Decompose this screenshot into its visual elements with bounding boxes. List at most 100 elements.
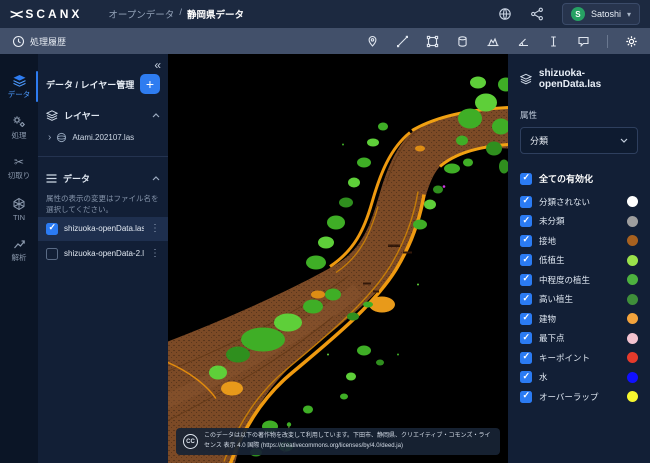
add-data-button[interactable]: +: [140, 74, 160, 94]
class-row: 中程度の植生: [520, 270, 638, 290]
class-checkbox[interactable]: [520, 293, 532, 305]
class-checkbox[interactable]: [520, 371, 532, 383]
class-color-dot: [627, 294, 638, 305]
class-checkbox[interactable]: [520, 215, 532, 227]
class-row: 高い植生: [520, 290, 638, 310]
class-color-dot: [627, 391, 638, 402]
gears-icon: [12, 115, 26, 128]
tool-bar: 処理履歴: [0, 28, 650, 54]
scissors-icon: ✂: [14, 156, 24, 168]
height-measure-icon[interactable]: [547, 35, 560, 48]
file-checkbox[interactable]: [46, 223, 58, 235]
kebab-menu-icon[interactable]: ⋮: [150, 248, 160, 259]
class-color-dot: [627, 352, 638, 363]
class-row: 接地: [520, 231, 638, 251]
class-row: 低植生: [520, 251, 638, 271]
nav-item-process[interactable]: 処理: [0, 107, 38, 148]
clock-icon: [12, 35, 25, 48]
tin-mesh-icon: [12, 197, 26, 211]
kebab-menu-icon[interactable]: ⋮: [150, 223, 160, 234]
class-checkbox[interactable]: [520, 235, 532, 247]
avatar: S: [571, 7, 585, 21]
point-cloud-render[interactable]: [168, 54, 508, 463]
class-color-dot: [627, 274, 638, 285]
expand-arrow-icon[interactable]: ›: [48, 134, 51, 142]
enable-all-row[interactable]: 全ての有効化: [520, 172, 638, 185]
file-checkbox[interactable]: [46, 248, 58, 260]
data-section-header[interactable]: データ: [46, 172, 160, 185]
class-color-dot: [627, 313, 638, 324]
chevron-down-icon: [620, 138, 628, 143]
class-checkbox[interactable]: [520, 391, 532, 403]
class-checkbox[interactable]: [520, 254, 532, 266]
file-name[interactable]: shizuoka-openData.las: [64, 224, 144, 233]
toolbar-divider: [607, 35, 608, 48]
class-row: 分類されない: [520, 192, 638, 212]
point-marker-icon[interactable]: [366, 35, 379, 48]
layer-item[interactable]: › Atami.202107.las: [48, 132, 160, 143]
top-bar: >< SCANX オープンデータ / 静岡県データ S Satoshi ▾: [0, 0, 650, 28]
layers-section-header[interactable]: レイヤー: [46, 109, 160, 122]
user-name: Satoshi: [591, 9, 621, 19]
class-row: 未分類: [520, 212, 638, 232]
collapse-panel-icon[interactable]: «: [46, 59, 160, 71]
app-logo[interactable]: >< SCANX: [10, 6, 82, 22]
nav-rail: データ 処理 ✂ 切取り TIN 解析: [0, 54, 38, 463]
chevron-up-icon[interactable]: [152, 113, 160, 118]
nav-item-data[interactable]: データ: [0, 66, 38, 107]
logo-x-icon: ><: [10, 6, 20, 22]
class-checkbox[interactable]: [520, 313, 532, 325]
angle-icon[interactable]: [517, 35, 530, 48]
class-checkbox[interactable]: [520, 196, 532, 208]
helper-text: 属性の表示の変更はファイル名を選択してください。: [46, 193, 160, 216]
breadcrumb: オープンデータ / 静岡県データ: [108, 7, 244, 21]
breadcrumb-separator: /: [179, 7, 182, 21]
attribute-select[interactable]: 分類: [520, 127, 638, 154]
list-icon: [46, 174, 57, 183]
nav-item-tin[interactable]: TIN: [0, 189, 38, 230]
class-checkbox[interactable]: [520, 352, 532, 364]
measure-volume-icon[interactable]: [456, 35, 469, 48]
class-color-dot: [627, 216, 638, 227]
comment-icon[interactable]: [577, 35, 590, 48]
class-color-dot: [627, 196, 638, 207]
class-row: 水: [520, 368, 638, 388]
class-color-dot: [627, 333, 638, 344]
divider: [38, 156, 168, 157]
class-row: 建物: [520, 309, 638, 329]
logo-text: SCANX: [25, 7, 82, 21]
chevron-up-icon[interactable]: [152, 176, 160, 181]
user-menu[interactable]: S Satoshi ▾: [562, 3, 640, 25]
globe-icon[interactable]: [498, 7, 512, 21]
class-row: キーポイント: [520, 348, 638, 368]
settings-gear-icon[interactable]: [625, 35, 638, 48]
measure-area-icon[interactable]: [426, 35, 439, 48]
data-file-row[interactable]: shizuoka-openData-2.las ⋮: [38, 242, 168, 266]
panel-title: データ / レイヤー管理: [46, 78, 134, 91]
class-checkbox[interactable]: [520, 332, 532, 344]
profile-icon[interactable]: [486, 35, 500, 48]
trend-chart-icon: [13, 238, 26, 250]
attribution-text: このデータは以下の著作物を改変して利用しています。下田市、静岡県、クリエイティブ…: [204, 432, 493, 451]
license-attribution: CC このデータは以下の著作物を改変して利用しています。下田市、静岡県、クリエイ…: [176, 428, 500, 455]
file-name[interactable]: shizuoka-openData-2.las: [64, 249, 144, 258]
viewport[interactable]: CC このデータは以下の著作物を改変して利用しています。下田市、静岡県、クリエイ…: [168, 54, 508, 463]
breadcrumb-current: 静岡県データ: [187, 7, 244, 21]
nav-item-analyze[interactable]: 解析: [0, 230, 38, 271]
right-panel: shizuoka-openData.las 属性 分類 全ての有効化 分類されな…: [508, 54, 650, 463]
breadcrumb-parent[interactable]: オープンデータ: [108, 7, 174, 21]
layers-icon: [12, 74, 27, 87]
enable-all-checkbox[interactable]: [520, 173, 532, 185]
layers-icon: [520, 73, 532, 85]
class-checkbox[interactable]: [520, 274, 532, 286]
nav-item-clip[interactable]: ✂ 切取り: [0, 148, 38, 189]
class-row: オーバーラップ: [520, 387, 638, 407]
history-button[interactable]: 処理履歴: [12, 35, 66, 48]
class-color-dot: [627, 372, 638, 383]
data-file-row[interactable]: shizuoka-openData.las ⋮: [38, 217, 168, 241]
share-icon[interactable]: [530, 7, 544, 21]
attribute-label: 属性: [520, 109, 638, 121]
measure-line-icon[interactable]: [396, 35, 409, 48]
creative-commons-icon: CC: [183, 434, 198, 449]
class-color-dot: [627, 235, 638, 246]
